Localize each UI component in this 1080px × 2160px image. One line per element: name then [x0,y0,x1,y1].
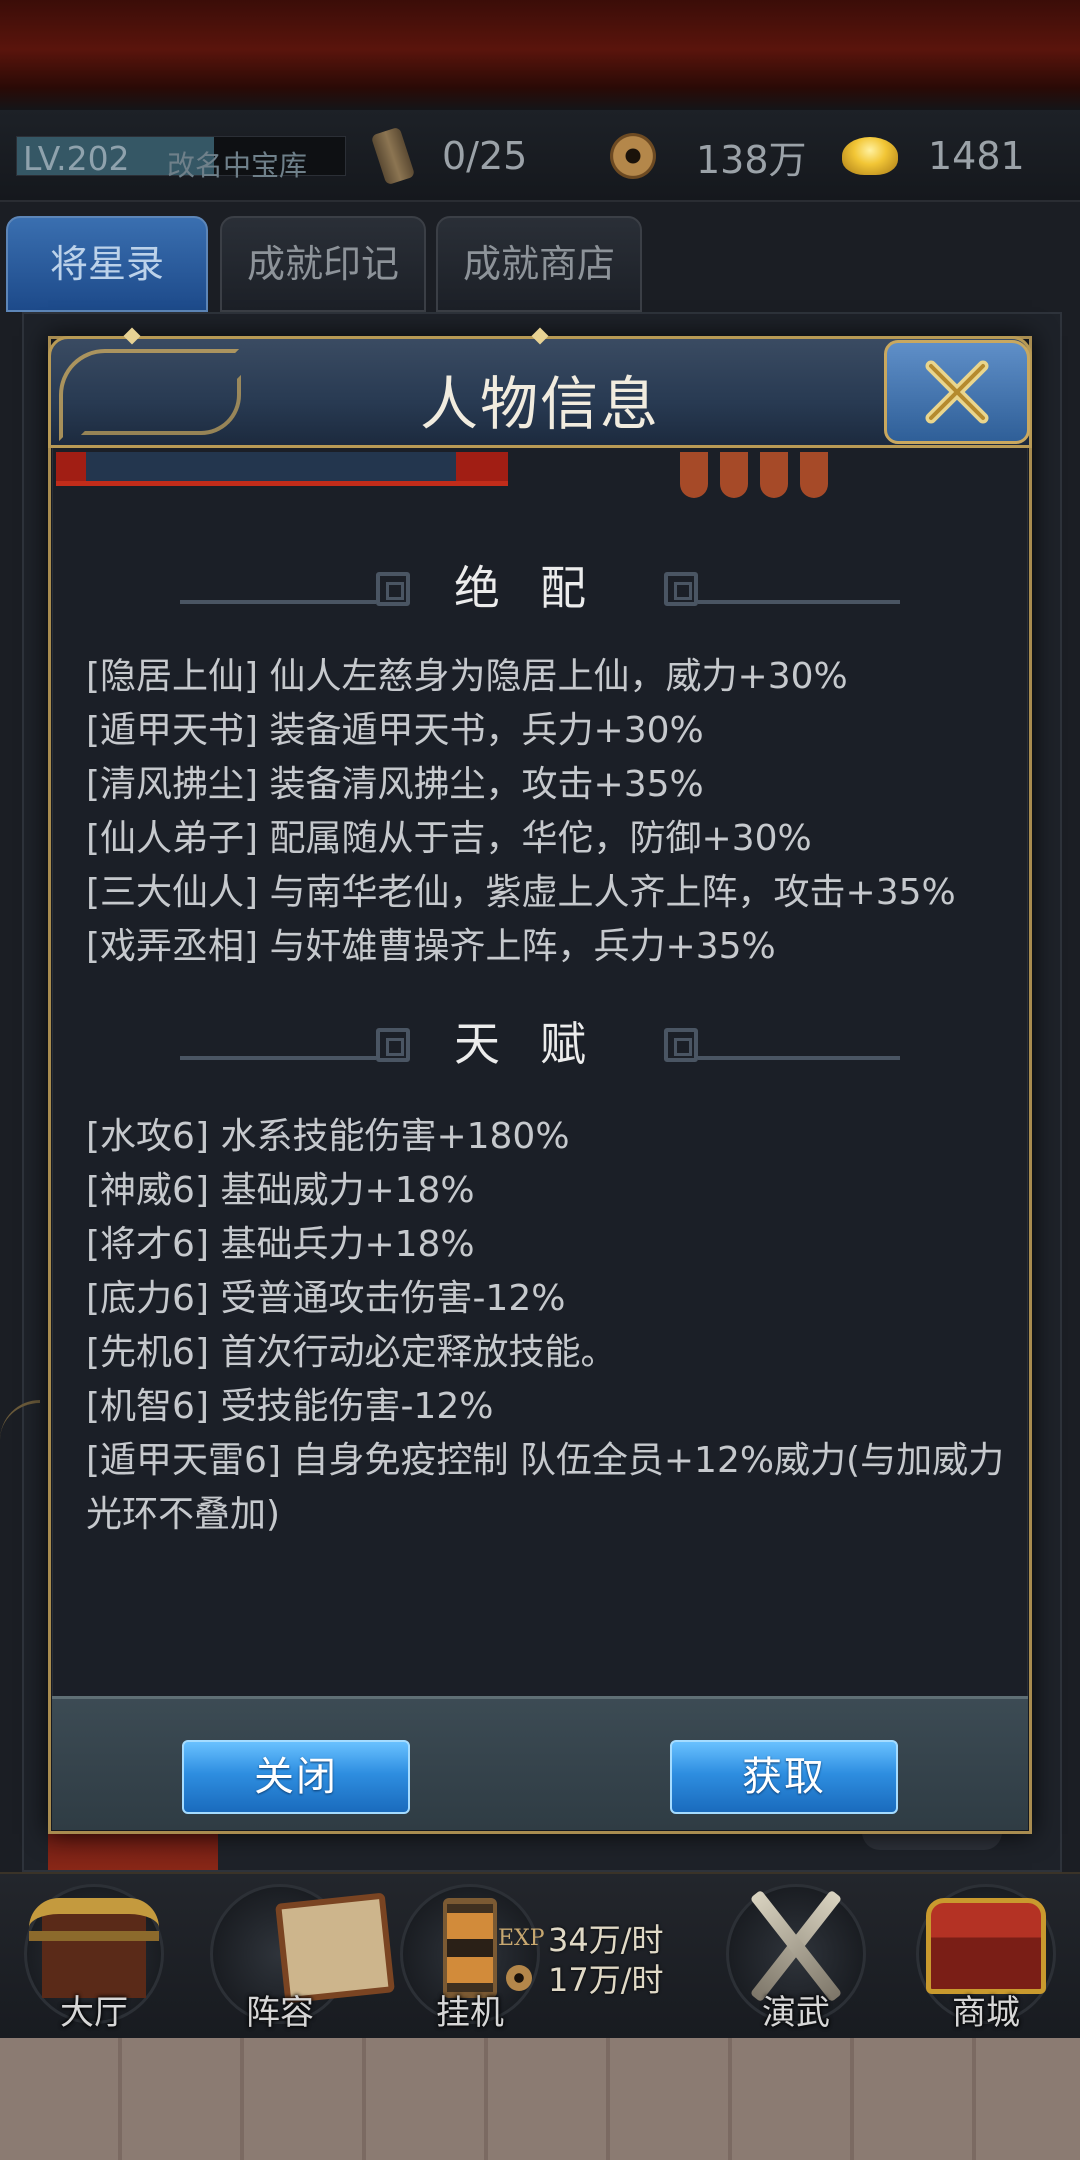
player-name: 改名中宝库 [167,149,308,182]
scroll-count: 0/25 [442,134,528,178]
coin-rate: 17万/时 [548,1961,664,1999]
palace-icon [29,1898,159,1998]
coin-icon [506,1965,532,1991]
treasure-chest-icon [926,1898,1046,1994]
talent-line: [水攻6] 水系技能伤害+180% [86,1116,570,1157]
talent-line: [机智6] 受技能伤害-12% [86,1386,494,1427]
scroll-icon [370,126,416,186]
nav-shop-label: 商城 [952,1993,1020,2033]
combo-line: [遁甲天书] 装备遁甲天书，兵力+30% [86,710,704,751]
divider-right [698,600,900,604]
nav-lineup-label: 阵容 [246,1993,314,2033]
nav-hall[interactable]: 大厅 [14,1874,174,2040]
exp-icon: EXP [498,1925,545,1951]
nav-training-label: 演武 [762,1993,830,2033]
portrait-frame [56,452,508,486]
tab-achievement-shop[interactable]: 成就商店 [436,216,642,312]
header-ornament [640,452,860,498]
divider-right [698,1056,900,1060]
status-bar: LV.202 改名中宝库 0/25 138万 1481 [0,110,1080,202]
gold-counter[interactable]: 1481 [842,128,1025,184]
level-bar[interactable]: LV.202 改名中宝库 [16,136,346,182]
bottom-nav: 大厅 阵容 挂机 EXP 34万/时 17万/时 演武 商城 [0,1872,1080,2038]
talent-line: [遁甲天雷6] 自身免疫控制 队伍全员+12%威力(与加威力光环不叠加) [86,1440,1005,1535]
top-banner [0,0,1080,110]
copper-amount: 138万 [696,137,807,182]
hourglass-icon [443,1898,497,1998]
nav-hall-label: 大厅 [60,1993,128,2033]
background-ornament [0,1400,40,1460]
dialog-title: 人物信息 [419,370,660,438]
section-title-combo: 绝配 [454,561,626,615]
combo-line: [清风拂尘] 装备清风拂尘，攻击+35% [86,764,704,805]
section-title-talent: 天赋 [454,1017,626,1071]
combo-line: [三大仙人] 与南华老仙，紫虚上人齐上阵，攻击+35% [86,872,956,913]
floor-decoration [0,2038,1080,2160]
obtain-button[interactable]: 获取 [670,1740,898,1814]
gold-ingot-icon [842,137,898,175]
scroll-counter[interactable]: 0/25 [370,126,528,186]
close-x-button[interactable] [884,340,1030,444]
tab-general-stars[interactable]: 将星录 [6,216,208,312]
talent-line: [先机6] 首次行动必定释放技能。 [86,1332,617,1373]
combo-line: [仙人弟子] 配属随从于吉，华佗，防御+30% [86,818,812,859]
level-label: LV.202 [23,139,130,178]
talent-line: [将才6] 基础兵力+18% [86,1224,475,1265]
copper-coin-icon [610,133,656,179]
nav-shop[interactable]: 商城 [906,1874,1066,2040]
close-button[interactable]: 关闭 [182,1740,410,1814]
combo-line: [戏弄丞相] 与奸雄曹操齐上阵，兵力+35% [86,926,776,967]
nav-training[interactable]: 演武 [716,1874,876,2040]
gold-amount: 1481 [928,134,1025,178]
nav-lineup[interactable]: 阵容 [200,1874,395,2040]
close-icon [925,360,989,424]
combo-line: [隐居上仙] 仙人左慈身为隐居上仙，威力+30% [86,656,848,697]
copper-counter[interactable]: 138万 [610,128,807,184]
talent-line: [底力6] 受普通攻击伤害-12% [86,1278,566,1319]
divider-knot-icon [664,572,698,606]
divider-knot-icon [664,1028,698,1062]
talent-line: [神威6] 基础威力+18% [86,1170,475,1211]
tab-achievement-seals[interactable]: 成就印记 [220,216,426,312]
idle-rate-panel: EXP 34万/时 17万/时 [498,1918,664,1999]
